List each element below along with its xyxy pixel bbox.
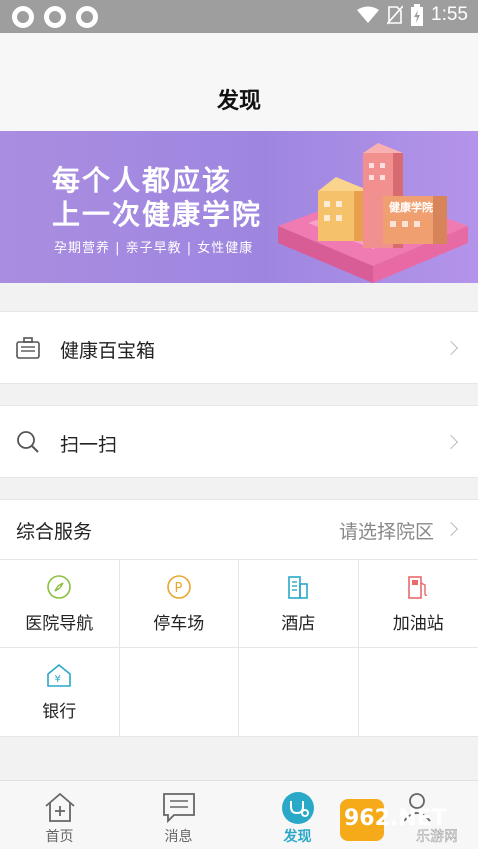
tab-home[interactable]: 首页 [0,781,119,849]
empty-cell [359,648,478,736]
search-icon [17,431,39,453]
page-title: 发现 [216,89,261,114]
notification-icons [12,6,98,28]
service-parking[interactable]: P 停车场 [119,560,239,648]
scan-label: 扫一扫 [60,434,118,456]
banner-buildings-illustration: 健康学院 [278,143,468,283]
empty-cell [120,648,239,736]
service-bank[interactable]: ¥ 银行 [0,648,120,736]
svg-text:P: P [174,581,182,596]
health-toolbox-row[interactable]: 健康百宝箱 [0,311,478,384]
clock: 1:55 [431,4,468,25]
campus-picker[interactable]: 请选择院区 [339,517,434,544]
service-hospital-navigation[interactable]: 医院导航 [0,560,120,648]
service-label: 酒店 [281,614,316,634]
service-gas-station[interactable]: 加油站 [358,560,478,648]
services-panel: 综合服务 请选择院区 医院导航 P 停车场 酒店 加油站 ¥ 银行 [0,499,478,737]
gas-station-icon [408,576,428,599]
svg-text:¥: ¥ [55,674,61,685]
banner-headline-1: 每个人都应该 [52,164,233,197]
service-label: 医院导航 [25,614,94,634]
toolbox-icon [16,337,40,359]
app-notification-icon [44,6,66,28]
message-icon [162,793,195,823]
wifi-icon [357,6,380,23]
chevron-right-icon [443,434,459,450]
health-academy-banner[interactable]: 每个人都应该 上一次健康学院 孕期营养 | 亲子早教 | 女性健康 健康学院 [0,131,478,283]
watermark-site: 乐游网 [416,829,458,845]
banner-subtitle: 孕期营养 | 亲子早教 | 女性健康 [54,241,254,256]
battery-charging-icon [411,4,424,26]
site-watermark: 962.NET 乐游网 [340,799,458,845]
bank-icon: ¥ [47,663,72,687]
chevron-right-icon [443,340,459,356]
service-label: 银行 [42,702,77,722]
app-notification-icon [12,6,34,28]
chevron-right-icon [443,521,459,537]
health-toolbox-label: 健康百宝箱 [60,340,156,362]
empty-cell [239,648,359,736]
compass-icon [47,575,72,599]
services-grid: 医院导航 P 停车场 酒店 加油站 ¥ 银行 [0,560,478,737]
service-label: 停车场 [153,614,205,634]
no-sim-icon [387,5,404,25]
banner-headline-2: 上一次健康学院 [52,198,263,231]
watermark-brand: 962.NET [344,806,447,831]
title-bar: 发现 [0,33,478,131]
tab-label: 首页 [45,829,74,845]
hotel-icon [288,576,309,599]
tab-messages[interactable]: 消息 [119,781,238,849]
tab-label: 消息 [164,829,193,845]
app-notification-icon [76,6,98,28]
home-icon [44,792,75,822]
services-title: 综合服务 [16,521,93,543]
discover-icon [281,792,314,824]
parking-icon: P [166,575,191,599]
scan-row[interactable]: 扫一扫 [0,405,478,478]
service-label: 加油站 [392,614,444,634]
service-hotel[interactable]: 酒店 [239,560,359,648]
services-header[interactable]: 综合服务 请选择院区 [0,500,478,560]
building-sign-text: 健康学院 [389,200,433,214]
status-bar: 1:55 [0,0,478,33]
